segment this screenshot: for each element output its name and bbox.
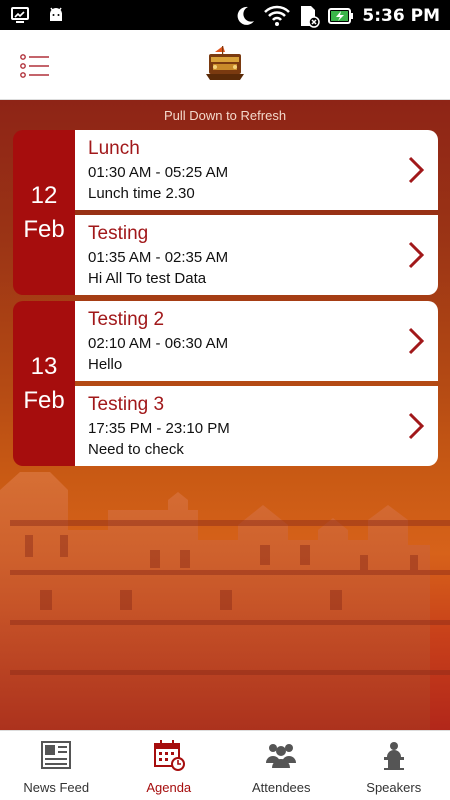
status-bar: 5:36 PM bbox=[0, 0, 450, 30]
status-left-icons bbox=[10, 5, 66, 25]
fort-background-image bbox=[0, 472, 450, 730]
nav-news-feed[interactable]: News Feed bbox=[0, 731, 113, 800]
bottom-navigation: News Feed Agenda Attendees Speakers bbox=[0, 730, 450, 800]
nav-label: Speakers bbox=[366, 780, 422, 795]
calendar-icon bbox=[153, 740, 185, 771]
screen-cast-icon bbox=[11, 7, 29, 23]
session-time: 02:10 AM - 06:30 AM bbox=[88, 335, 229, 352]
chevron-right-icon bbox=[408, 241, 424, 269]
sd-card-icon bbox=[301, 6, 321, 28]
app-bar bbox=[0, 30, 450, 100]
pull-to-refresh-hint: Pull Down to Refresh bbox=[163, 108, 287, 123]
chevron-right-icon bbox=[408, 412, 424, 440]
session-time: 01:35 AM - 02:35 AM bbox=[88, 249, 229, 266]
date-day: 12 bbox=[30, 181, 58, 209]
agenda-day-group: 13 Feb Testing 2 02:10 AM - 06:30 AM Hel… bbox=[13, 301, 438, 466]
wifi-icon bbox=[264, 5, 291, 26]
nav-attendees[interactable]: Attendees bbox=[225, 731, 338, 800]
session-title: Testing 2 bbox=[88, 309, 165, 330]
people-icon bbox=[266, 744, 297, 768]
agenda-session-item[interactable]: Testing 2 02:10 AM - 06:30 AM Hello bbox=[75, 301, 438, 381]
session-time: 17:35 PM - 23:10 PM bbox=[88, 420, 230, 437]
list-menu-icon[interactable] bbox=[20, 53, 50, 79]
nav-label: News Feed bbox=[23, 780, 90, 795]
podium-speaker-icon bbox=[383, 742, 404, 770]
agenda-session-item[interactable]: Testing 01:35 AM - 02:35 AM Hi All To te… bbox=[75, 215, 438, 295]
chevron-right-icon bbox=[408, 327, 424, 355]
date-month: Feb bbox=[23, 215, 65, 243]
agenda-content[interactable]: Pull Down to Refresh 12 Feb Lunch 01:30 … bbox=[0, 100, 450, 730]
date-block: 12 Feb bbox=[13, 130, 75, 295]
date-day: 13 bbox=[30, 352, 58, 380]
nav-label: Agenda bbox=[146, 780, 192, 795]
agenda-session-item[interactable]: Lunch 01:30 AM - 05:25 AM Lunch time 2.3… bbox=[75, 130, 438, 210]
date-block: 13 Feb bbox=[13, 301, 75, 466]
newspaper-icon bbox=[41, 741, 72, 769]
session-description: Lunch time 2.30 bbox=[88, 185, 195, 202]
agenda-session-item[interactable]: Testing 3 17:35 PM - 23:10 PM Need to ch… bbox=[75, 386, 438, 466]
chevron-right-icon bbox=[408, 156, 424, 184]
session-title: Lunch bbox=[88, 138, 140, 159]
battery-charging-icon bbox=[328, 8, 354, 24]
date-month: Feb bbox=[23, 386, 65, 414]
session-description: Need to check bbox=[88, 441, 184, 458]
status-time: 5:36 PM bbox=[362, 6, 440, 26]
android-icon bbox=[50, 7, 62, 21]
nav-agenda[interactable]: Agenda bbox=[113, 731, 226, 800]
session-title: Testing 3 bbox=[88, 394, 165, 415]
nav-label: Attendees bbox=[251, 780, 311, 795]
agenda-day-group: 12 Feb Lunch 01:30 AM - 05:25 AM Lunch t… bbox=[13, 130, 438, 295]
event-logo bbox=[206, 46, 244, 80]
session-description: Hi All To test Data bbox=[88, 270, 207, 287]
nav-speakers[interactable]: Speakers bbox=[338, 731, 450, 800]
moon-icon bbox=[237, 6, 255, 25]
session-title: Testing bbox=[88, 223, 149, 244]
session-description: Hello bbox=[88, 356, 123, 373]
session-time: 01:30 AM - 05:25 AM bbox=[88, 164, 229, 181]
status-right-icons: 5:36 PM bbox=[234, 4, 440, 28]
